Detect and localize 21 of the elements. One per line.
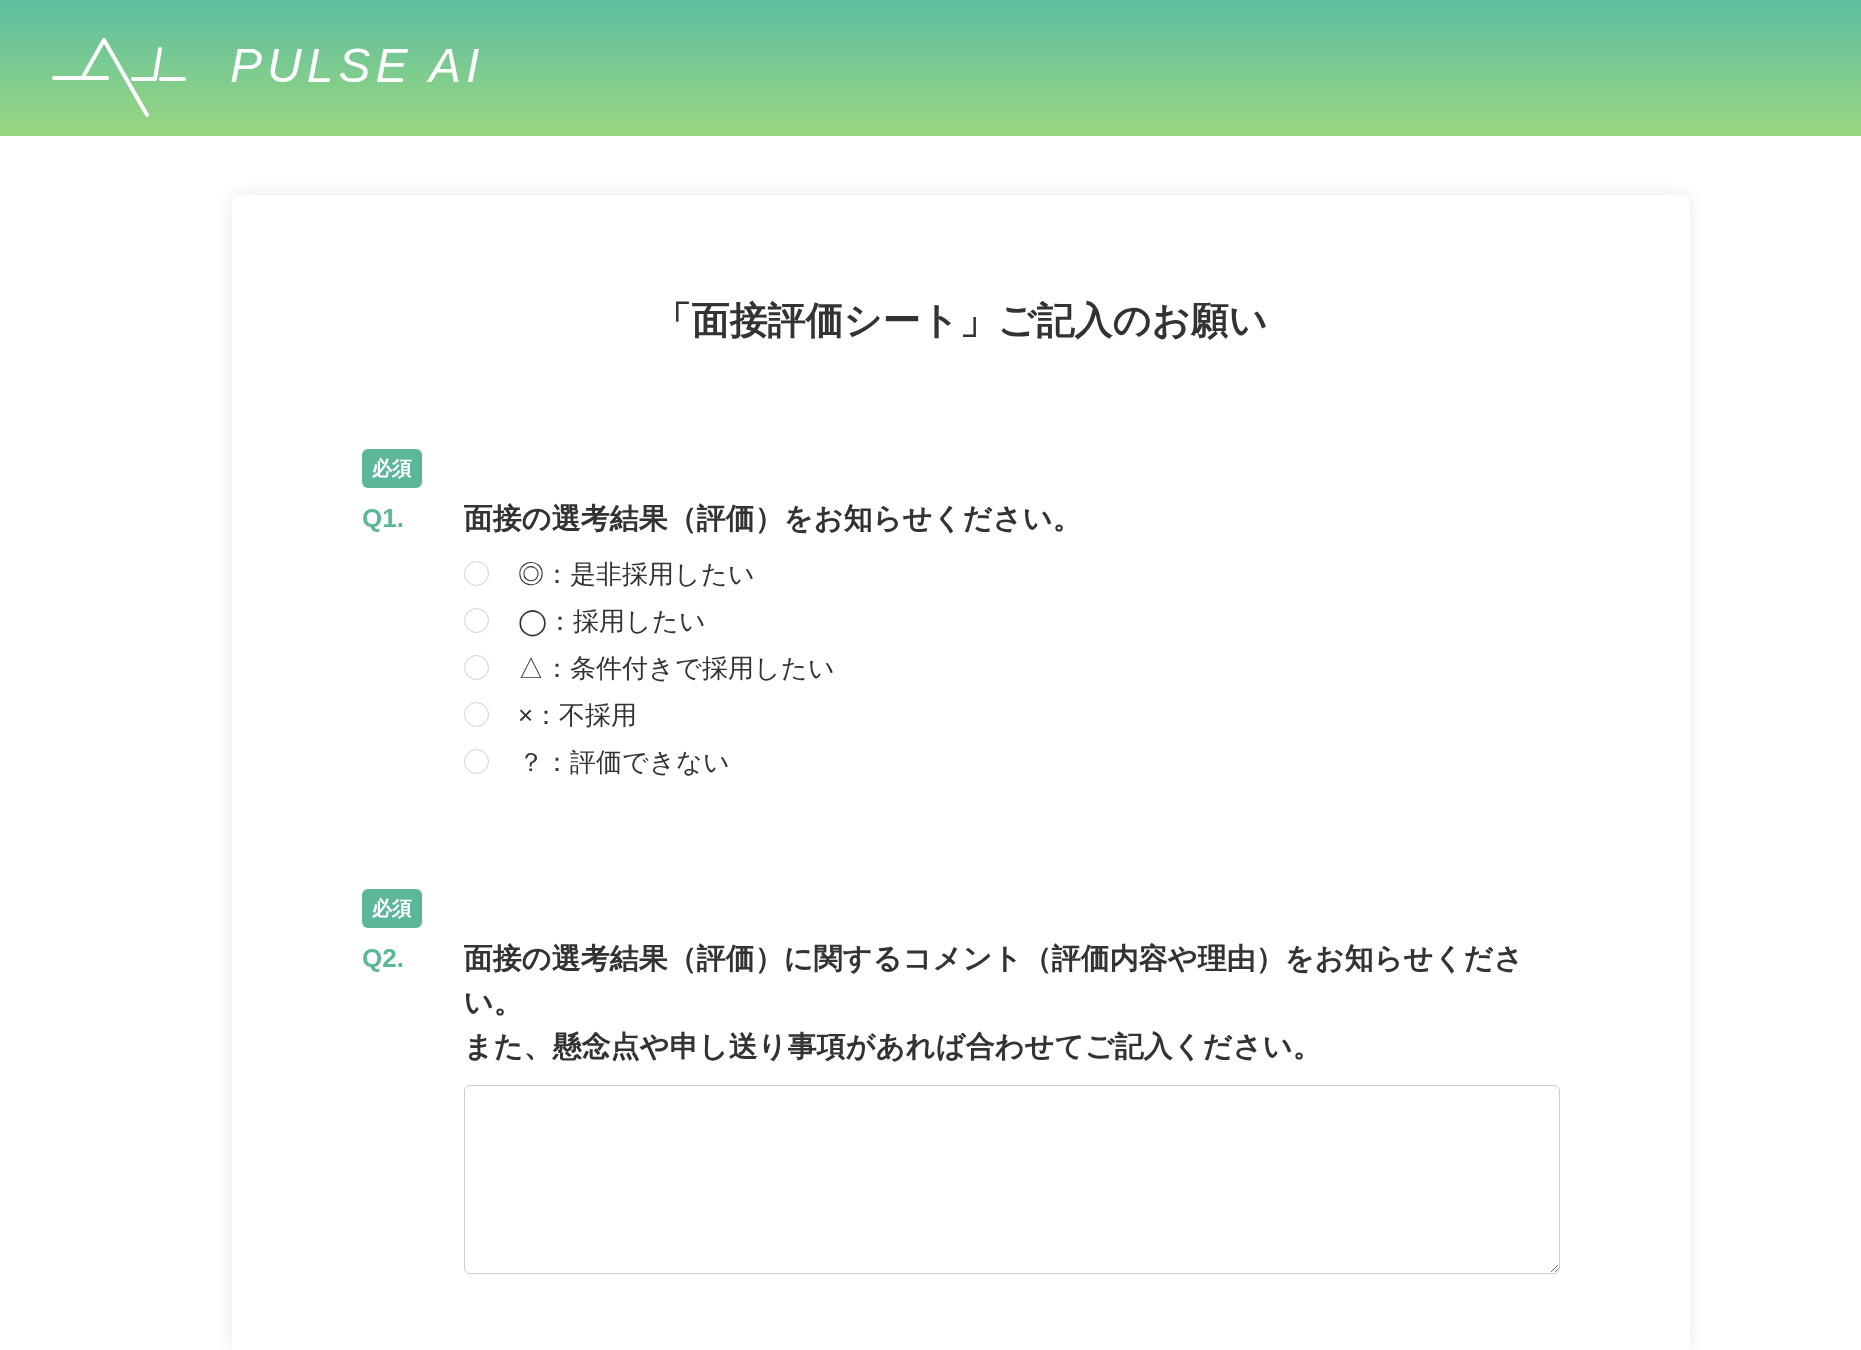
radio-button[interactable] xyxy=(464,702,489,727)
option-label: ×：不採用 xyxy=(518,698,638,732)
option-label: △：条件付きで採用したい xyxy=(518,651,835,685)
radio-button[interactable] xyxy=(464,749,489,774)
question-number: Q2. xyxy=(362,942,405,975)
question-number: Q1. xyxy=(362,502,405,535)
radio-button[interactable] xyxy=(464,608,489,633)
pulse-logo-icon xyxy=(52,38,186,118)
form-title: 「面接評価シート」ご記入のお願い xyxy=(653,298,1269,343)
option-label: ？：評価できない xyxy=(518,745,730,779)
required-badge: 必須 xyxy=(362,449,422,488)
question-text: また、懸念点や申し送り事項があれば合わせてご記入ください。 xyxy=(464,1029,1323,1064)
radio-button[interactable] xyxy=(464,655,489,680)
comment-field[interactable] xyxy=(464,1085,1560,1274)
question-text: 面接の選考結果（評価）をお知らせください。 xyxy=(464,501,1083,536)
question-text: 面接の選考結果（評価）に関するコメント（評価内容や理由）をお知らせください。 xyxy=(464,941,1525,1020)
option-label: ◎：是非採用したい xyxy=(518,557,755,591)
logo-text: PULSE AI xyxy=(230,42,485,90)
required-badge: 必須 xyxy=(362,889,422,928)
option-label: ◯：採用したい xyxy=(518,604,706,638)
radio-button[interactable] xyxy=(464,561,489,586)
